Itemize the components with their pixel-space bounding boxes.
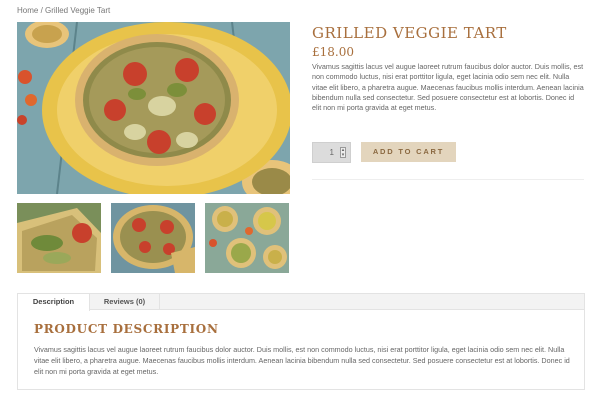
product-tabs: Description Reviews (0) PRODUCT DESCRIPT… <box>17 293 585 390</box>
product-price: £18.00 <box>312 45 354 59</box>
sliced-tart-photo <box>111 203 195 273</box>
quantity-value: 1 <box>329 148 334 157</box>
product-short-description: Vivamus sagittis lacus vel augue laoreet… <box>312 62 584 113</box>
product-main-image[interactable] <box>17 22 290 194</box>
thumbnail-1[interactable] <box>17 203 101 273</box>
tab-bar: Description Reviews (0) <box>18 294 584 311</box>
breadcrumb-separator: / <box>38 6 46 15</box>
summary-divider <box>312 179 584 180</box>
description-heading: PRODUCT DESCRIPTION <box>34 322 219 336</box>
thumbnail-3[interactable] <box>205 203 289 273</box>
mini-tarts-photo <box>205 203 289 273</box>
tart-photo <box>17 22 290 194</box>
add-to-cart-button[interactable]: ADD TO CART <box>361 142 456 162</box>
breadcrumb: Home / Grilled Veggie Tart <box>17 6 110 15</box>
product-title: GRILLED VEGGIE TART <box>312 24 507 42</box>
breadcrumb-home-link[interactable]: Home <box>17 6 38 15</box>
thumbnail-2[interactable] <box>111 203 195 273</box>
quantity-input[interactable]: 1 ▴ ▾ <box>312 142 351 163</box>
tab-description[interactable]: Description <box>18 294 90 311</box>
tart-slice-photo <box>17 203 101 273</box>
description-body: Vivamus sagittis lacus vel augue laoreet… <box>34 345 570 376</box>
tab-reviews[interactable]: Reviews (0) <box>90 294 160 310</box>
quantity-stepper-icon[interactable]: ▴ ▾ <box>340 147 346 158</box>
breadcrumb-current: Grilled Veggie Tart <box>45 6 111 15</box>
